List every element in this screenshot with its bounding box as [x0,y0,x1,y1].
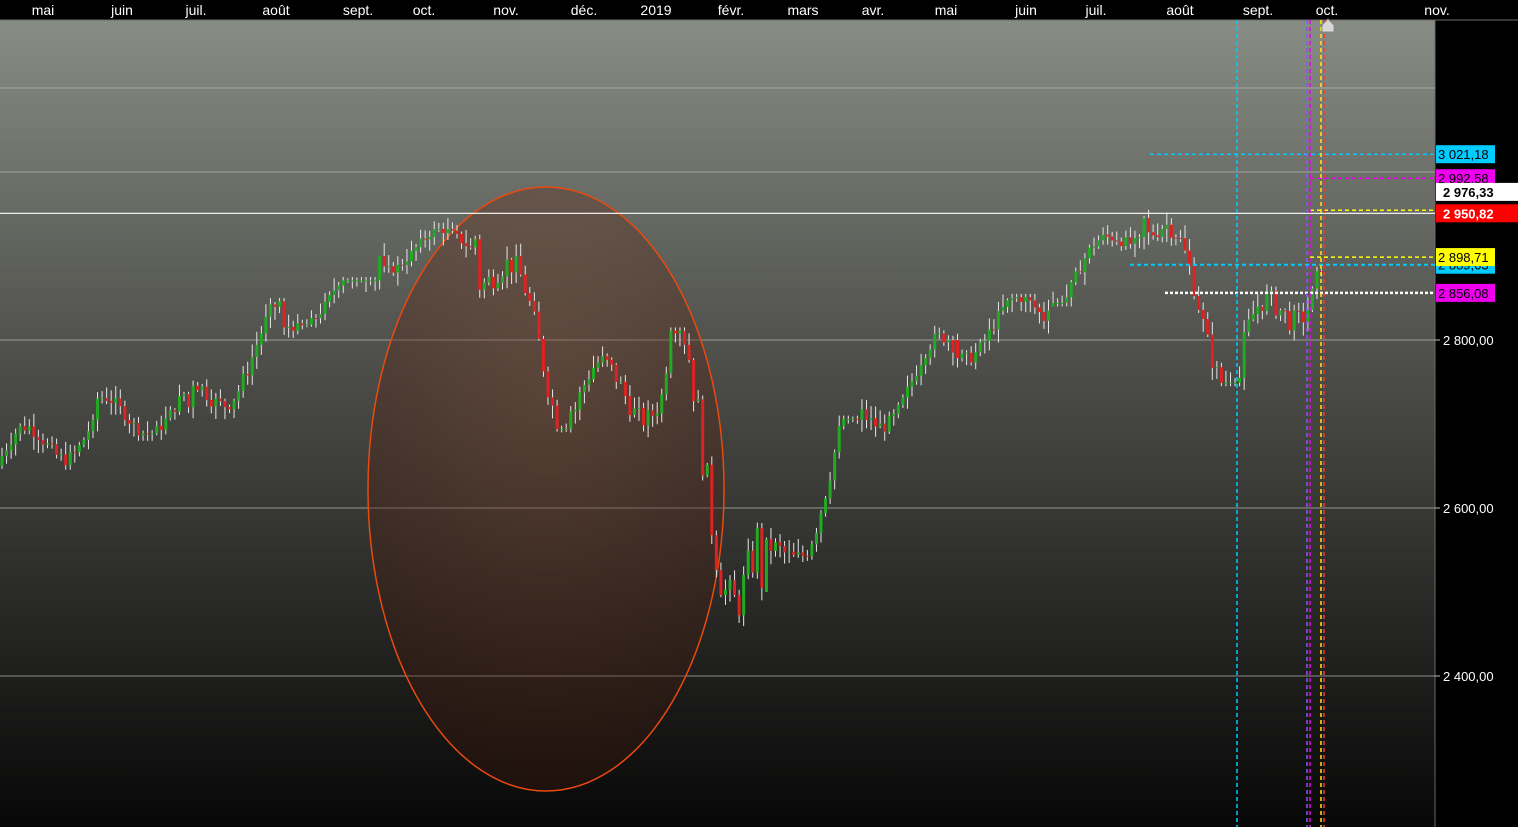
top-axis-band [0,0,1518,20]
x-tick-label: 2019 [640,2,671,18]
x-tick-label: juin [110,2,133,18]
candle [701,395,705,481]
candle [478,234,482,298]
price-tag-label: 2 976,33 [1443,185,1494,200]
price-tag: 2 898,71 [1436,248,1495,267]
x-tick-label: déc. [571,2,597,18]
highlight-ellipse [367,186,725,792]
price-tag: 3 021,18 [1436,145,1495,164]
x-tick-label: sept. [343,2,373,18]
price-tag-label: 3 021,18 [1438,147,1489,162]
candle [1310,286,1314,313]
x-tick-label: mars [787,2,818,18]
x-tick-label: août [262,2,289,18]
candle [669,327,673,379]
x-tick-label: juil. [184,2,206,18]
x-tick-label: nov. [1424,2,1449,18]
x-tick-label: mai [32,2,55,18]
x-tick-label: juin [1014,2,1037,18]
candle [764,537,768,592]
candle [1274,286,1278,319]
y-tick-label: 2 400,00 [1443,669,1494,684]
y-tick-label: 2 600,00 [1443,501,1494,516]
candle [705,462,709,478]
x-tick-label: févr. [718,2,744,18]
x-tick-label: sept. [1243,2,1273,18]
price-tag: 2 856,08 [1436,283,1495,302]
right-axis-band [1435,20,1518,827]
price-tag-label: 2 898,71 [1438,250,1489,265]
candle [755,522,759,579]
x-tick-label: août [1166,2,1193,18]
candlestick-chart: mai juin juil. août sept. oct. nov. déc. 2019 fév… [0,0,1518,827]
x-tick-label: nov. [493,2,518,18]
price-tag-label: 2 856,08 [1438,286,1489,301]
price-tag-label: 2 950,82 [1443,206,1494,221]
candle [541,335,545,377]
candle [710,456,714,545]
x-tick-label: juil. [1084,2,1106,18]
y-tick-label: 2 800,00 [1443,333,1494,348]
price-tag: 2 976,33 [1436,182,1518,201]
price-tag: 2 950,82 [1436,204,1518,223]
x-tick-label: oct. [413,2,436,18]
x-tick-label: oct. [1316,2,1339,18]
x-tick-label: avr. [862,2,885,18]
x-tick-label: mai [935,2,958,18]
